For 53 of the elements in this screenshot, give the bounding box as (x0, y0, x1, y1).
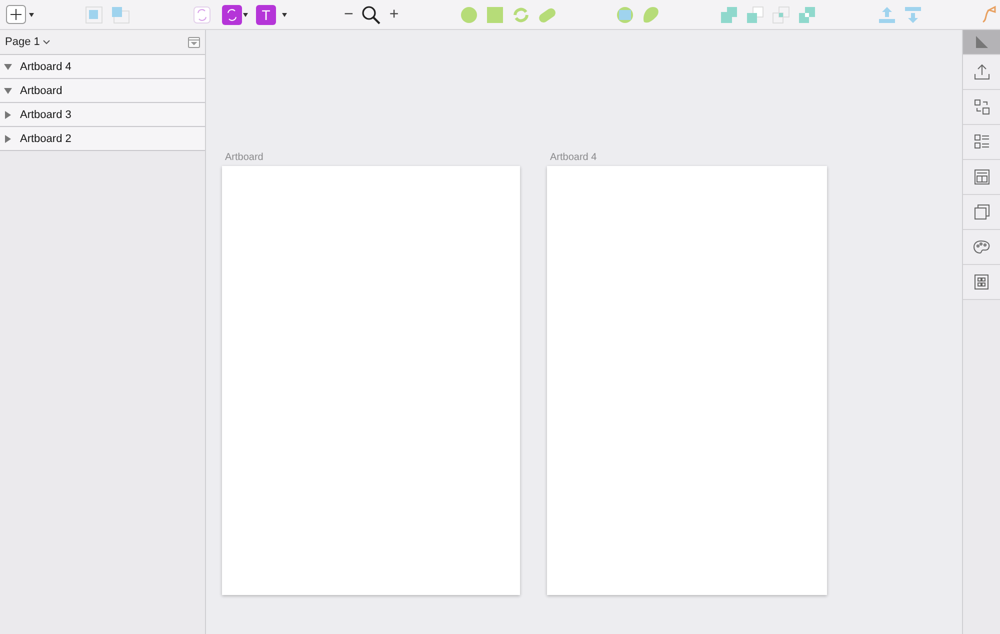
panel-button[interactable] (963, 230, 1000, 265)
expanded-triangle-icon[interactable] (4, 86, 12, 94)
intersect-icon[interactable] (770, 4, 791, 24)
zoom-in-button[interactable]: + (387, 6, 401, 24)
square-icon[interactable] (484, 4, 505, 24)
grid-icon (974, 274, 990, 290)
text-tool-button[interactable]: T (256, 4, 276, 24)
panel-button[interactable] (963, 55, 1000, 90)
panel-button[interactable] (963, 265, 1000, 300)
stacked-pages-icon (974, 204, 990, 220)
layer-name: Artboard 4 (20, 60, 72, 72)
layer-name: Artboard 3 (20, 108, 72, 120)
layer-name: Artboard (20, 84, 62, 96)
panel-button[interactable] (963, 90, 1000, 125)
layer-row[interactable]: Artboard 4 (0, 55, 205, 79)
export-icon (974, 64, 990, 80)
zoom-out-button[interactable]: − (342, 6, 356, 24)
search-icon (361, 4, 382, 24)
panel-button[interactable] (963, 125, 1000, 160)
subtract-icon[interactable] (744, 4, 765, 24)
caret-icon (243, 12, 248, 16)
collapsed-triangle-icon[interactable] (4, 134, 12, 142)
page-selector[interactable]: Page 1 (5, 36, 50, 48)
union-icon[interactable] (718, 4, 739, 24)
layer-row[interactable]: Artboard 2 (0, 127, 205, 151)
create-symbol-button[interactable] (222, 4, 248, 24)
list-icon (974, 134, 990, 150)
collapsed-triangle-icon[interactable] (4, 110, 12, 118)
palette-icon (973, 240, 990, 254)
caret-icon (282, 12, 287, 16)
chevron-down-icon (42, 40, 50, 44)
expanded-triangle-icon[interactable] (4, 62, 12, 70)
symbol-icon[interactable] (192, 4, 212, 24)
panel-button[interactable] (963, 195, 1000, 230)
panel-button[interactable] (963, 160, 1000, 195)
circle-icon[interactable] (458, 4, 479, 24)
move-backward-icon[interactable] (902, 4, 923, 24)
difference-icon[interactable] (796, 4, 817, 24)
ungroup-layers-icon[interactable] (110, 4, 132, 24)
collapse-icon[interactable] (188, 36, 200, 48)
layer-name: Artboard 2 (20, 132, 72, 144)
blob-icon[interactable] (640, 4, 661, 24)
insert-button[interactable] (6, 4, 34, 24)
swap-icon (974, 99, 990, 115)
caret-icon (29, 12, 34, 16)
group-layers-icon[interactable] (84, 4, 104, 24)
panel-button[interactable] (963, 30, 1000, 55)
layer-row[interactable]: Artboard (0, 79, 205, 103)
layout-icon (974, 169, 990, 185)
mask-icon[interactable] (614, 4, 635, 24)
layer-row[interactable]: Artboard 3 (0, 103, 205, 127)
ruler-icon (974, 35, 988, 49)
move-forward-icon[interactable] (876, 4, 897, 24)
